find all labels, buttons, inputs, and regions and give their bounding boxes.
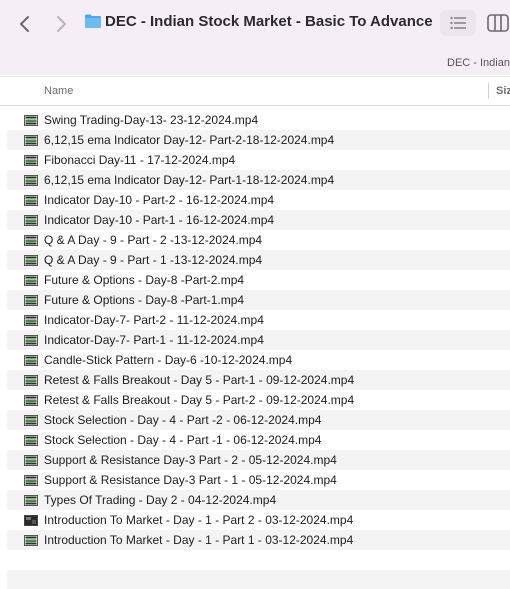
video-file-icon: [24, 495, 38, 506]
file-row[interactable]: Support & Resistance Day-3 Part - 1 - 05…: [7, 470, 510, 490]
chevron-right-icon: [57, 16, 66, 32]
file-name: Indicator Day-10 - Part-2 - 16-12-2024.m…: [44, 193, 275, 207]
file-row[interactable]: Indicator-Day-7- Part-2 - 11-12-2024.mp4: [7, 310, 510, 330]
column-header: Name Size: [0, 76, 510, 106]
file-row[interactable]: Introduction To Market - Day - 1 - Part …: [7, 530, 510, 550]
column-header-size[interactable]: Size: [496, 85, 510, 97]
file-name: Fibonacci Day-11 - 17-12-2024.mp4: [44, 153, 236, 167]
file-name: Stock Selection - Day - 4 - Part -1 - 06…: [44, 433, 322, 447]
file-row[interactable]: Q & A Day - 9 - Part - 2 -13-12-2024.mp4: [7, 230, 510, 250]
file-list: Swing Trading-Day-13- 23-12-2024.mp4 6,12…: [7, 110, 510, 550]
file-name: Indicator Day-10 - Part-1 - 16-12-2024.m…: [44, 213, 275, 227]
file-row[interactable]: Retest & Falls Breakout - Day 5 - Part-2…: [7, 390, 510, 410]
file-row[interactable]: Retest & Falls Breakout - Day 5 - Part-1…: [7, 370, 510, 390]
file-row[interactable]: Stock Selection - Day - 4 - Part -1 - 06…: [7, 430, 510, 450]
video-file-icon: [24, 355, 38, 366]
file-name: Future & Options - Day-8 -Part-2.mp4: [44, 273, 245, 287]
video-file-icon: [24, 435, 38, 446]
column-divider[interactable]: [488, 83, 489, 99]
video-file-icon: [24, 115, 38, 126]
back-button[interactable]: [14, 13, 36, 35]
file-row[interactable]: 6,12,15 ema Indicator Day-12- Part-2-18-…: [7, 130, 510, 150]
file-name: Future & Options - Day-8 -Part-1.mp4: [44, 293, 245, 307]
video-file-icon: [24, 415, 38, 426]
video-file-icon: [24, 195, 38, 206]
file-row[interactable]: Candle-Stick Pattern - Day-6 -10-12-2024…: [7, 350, 510, 370]
file-name: Support & Resistance Day-3 Part - 2 - 05…: [44, 453, 337, 467]
path-bar-folder-label[interactable]: DEC - Indian: [447, 57, 510, 69]
file-row[interactable]: Q & A Day - 9 - Part - 1 -13-12-2024.mp4: [7, 250, 510, 270]
video-file-icon: [24, 375, 38, 386]
file-row[interactable]: Future & Options - Day-8 -Part-1.mp4: [7, 290, 510, 310]
file-row[interactable]: Introduction To Market - Day - 1 - Part …: [7, 510, 510, 530]
file-name: 6,12,15 ema Indicator Day-12- Part-1-18-…: [44, 173, 335, 187]
file-row[interactable]: Types Of Trading - Day 2 - 04-12-2024.mp…: [7, 490, 510, 510]
video-file-icon: [24, 475, 38, 486]
video-file-icon: [24, 455, 38, 466]
file-row[interactable]: Stock Selection - Day - 4 - Part -2 - 06…: [7, 410, 510, 430]
column-view-button[interactable]: [487, 14, 509, 32]
file-name: 6,12,15 ema Indicator Day-12- Part-2-18-…: [44, 133, 335, 147]
video-file-icon: [24, 295, 38, 306]
columns-icon: [487, 14, 509, 32]
file-row[interactable]: Indicator-Day-7- Part-1 - 11-12-2024.mp4: [7, 330, 510, 350]
file-name: Indicator-Day-7- Part-1 - 11-12-2024.mp4: [44, 333, 264, 347]
file-row[interactable]: 6,12,15 ema Indicator Day-12- Part-1-18-…: [7, 170, 510, 190]
video-file-icon: [24, 535, 38, 546]
file-row[interactable]: Indicator Day-10 - Part-1 - 16-12-2024.m…: [7, 210, 510, 230]
video-file-icon: [24, 175, 38, 186]
file-name: Introduction To Market - Day - 1 - Part …: [44, 513, 354, 527]
video-file-icon: [24, 155, 38, 166]
video-file-icon: [24, 275, 38, 286]
file-row[interactable]: Indicator Day-10 - Part-2 - 16-12-2024.m…: [7, 190, 510, 210]
file-name: Introduction To Market - Day - 1 - Part …: [44, 533, 354, 547]
file-row[interactable]: Future & Options - Day-8 -Part-2.mp4: [7, 270, 510, 290]
file-row[interactable]: Swing Trading-Day-13- 23-12-2024.mp4: [7, 110, 510, 130]
video-thumbnail-icon: [24, 515, 38, 526]
column-header-name[interactable]: Name: [44, 85, 73, 97]
file-name: Q & A Day - 9 - Part - 2 -13-12-2024.mp4: [44, 233, 263, 247]
empty-list-row: [7, 570, 510, 589]
list-icon: [450, 16, 466, 30]
video-file-icon: [24, 255, 38, 266]
video-file-icon: [24, 335, 38, 346]
file-row[interactable]: Fibonacci Day-11 - 17-12-2024.mp4: [7, 150, 510, 170]
video-file-icon: [24, 315, 38, 326]
file-name: Indicator-Day-7- Part-2 - 11-12-2024.mp4: [44, 313, 264, 327]
folder-icon: [85, 14, 101, 28]
file-name: Stock Selection - Day - 4 - Part -2 - 06…: [44, 413, 322, 427]
file-name: Types Of Trading - Day 2 - 04-12-2024.mp…: [44, 493, 277, 507]
video-file-icon: [24, 135, 38, 146]
file-name: Support & Resistance Day-3 Part - 1 - 05…: [44, 473, 337, 487]
file-row[interactable]: Support & Resistance Day-3 Part - 2 - 05…: [7, 450, 510, 470]
file-name: Swing Trading-Day-13- 23-12-2024.mp4: [44, 113, 259, 127]
file-name: Q & A Day - 9 - Part - 1 -13-12-2024.mp4: [44, 253, 263, 267]
file-name: Retest & Falls Breakout - Day 5 - Part-2…: [44, 393, 355, 407]
forward-button[interactable]: [50, 13, 72, 35]
file-name: Candle-Stick Pattern - Day-6 -10-12-2024…: [44, 353, 293, 367]
file-name: Retest & Falls Breakout - Day 5 - Part-1…: [44, 373, 355, 387]
video-file-icon: [24, 395, 38, 406]
video-file-icon: [24, 235, 38, 246]
video-file-icon: [24, 215, 38, 226]
window-title: DEC - Indian Stock Market - Basic To Adv…: [105, 13, 433, 30]
chevron-left-icon: [20, 16, 29, 32]
path-bar: [0, 50, 510, 75]
list-view-button[interactable]: [440, 10, 476, 36]
